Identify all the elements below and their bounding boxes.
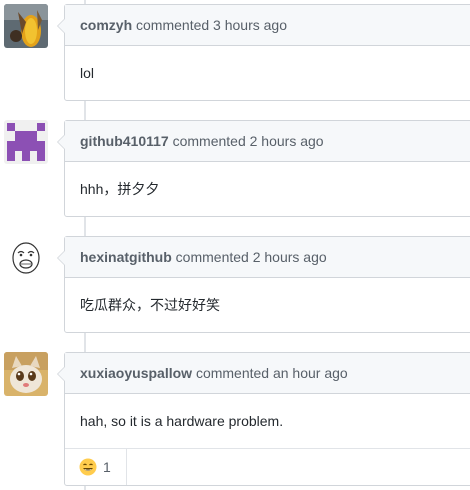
identicon-icon [4, 120, 48, 164]
comment-box: xuxiaoyuspallow commented an hour ago ha… [57, 352, 470, 486]
comment-box: comzyh commented 3 hours ago lol [57, 4, 470, 101]
reactions-bar: 1 [65, 448, 470, 485]
cat-avatar-icon [4, 352, 48, 396]
laugh-reaction-button[interactable]: 1 [65, 449, 127, 485]
comment-header: comzyh commented 3 hours ago [65, 5, 470, 46]
comment-author[interactable]: xuxiaoyuspallow [80, 365, 192, 381]
comment-timestamp[interactable]: commented 2 hours ago [176, 249, 327, 265]
comment-body: lol [80, 65, 95, 81]
comment-timestamp[interactable]: commented 3 hours ago [136, 17, 287, 33]
laugh-icon [79, 458, 97, 476]
comment-box: hexinatgithub commented 2 hours ago 吃瓜群众… [57, 236, 470, 333]
comment-box: github410117 commented 2 hours ago hhh，拼… [57, 120, 470, 217]
avatar[interactable] [4, 120, 48, 164]
comment-header: github410117 commented 2 hours ago [65, 121, 470, 162]
comment-timestamp[interactable]: commented an hour ago [196, 365, 348, 381]
comment-author[interactable]: comzyh [80, 17, 132, 33]
meme-face-icon [4, 236, 48, 280]
avatar-image-icon [4, 4, 48, 48]
reaction-count: 1 [103, 459, 111, 475]
comment-body: hah, so it is a hardware problem. [80, 413, 284, 429]
avatar[interactable] [4, 4, 48, 48]
comment-header: hexinatgithub commented 2 hours ago [65, 237, 470, 278]
comment-header: xuxiaoyuspallow commented an hour ago [65, 353, 470, 394]
comment-body: hhh，拼夕夕 [80, 181, 160, 197]
comment-author[interactable]: github410117 [80, 133, 169, 149]
avatar[interactable] [4, 352, 48, 396]
comment-author[interactable]: hexinatgithub [80, 249, 172, 265]
avatar[interactable] [4, 236, 48, 280]
comment-body: 吃瓜群众，不过好好笑 [80, 297, 220, 313]
comment-timestamp[interactable]: commented 2 hours ago [173, 133, 324, 149]
